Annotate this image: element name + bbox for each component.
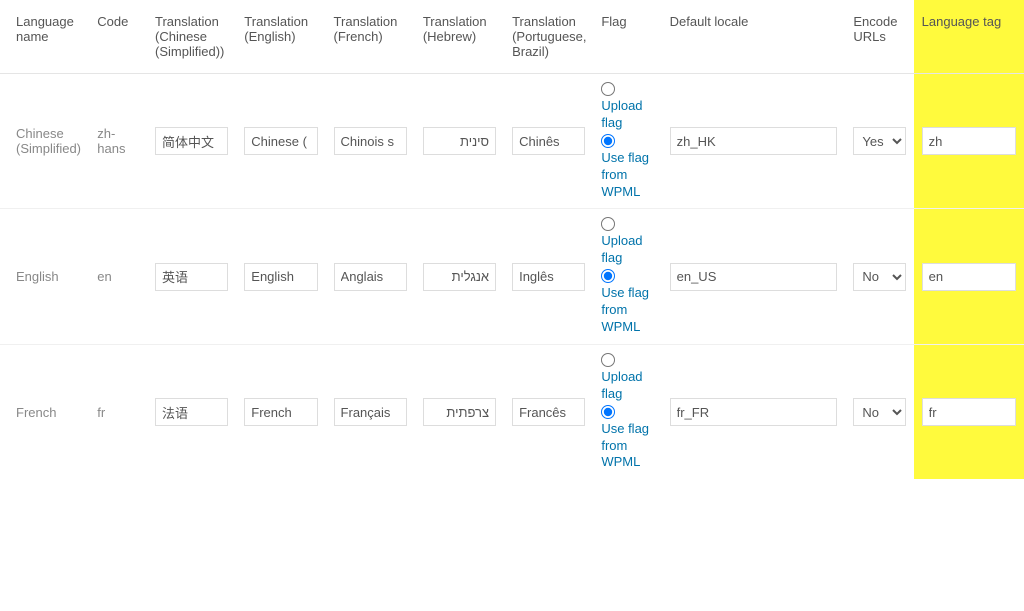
trans-zh-input[interactable] bbox=[155, 127, 228, 155]
flag-upload-label[interactable]: Upload flag bbox=[601, 233, 653, 267]
cell-code: zh-hans bbox=[89, 74, 147, 209]
trans-pt-input[interactable] bbox=[512, 127, 585, 155]
header-trans-pt: Translation (Portuguese, Brazil) bbox=[504, 0, 593, 74]
header-language-name: Language name bbox=[0, 0, 89, 74]
trans-pt-input[interactable] bbox=[512, 398, 585, 426]
language-tag-input[interactable] bbox=[922, 263, 1016, 291]
cell-flag: Upload flag Use flag from WPML bbox=[593, 344, 661, 479]
trans-en-input[interactable] bbox=[244, 398, 317, 426]
header-flag: Flag bbox=[593, 0, 661, 74]
trans-zh-input[interactable] bbox=[155, 263, 228, 291]
cell-code: en bbox=[89, 209, 147, 344]
encode-urls-select[interactable]: YesNo bbox=[853, 398, 905, 426]
flag-upload-label[interactable]: Upload flag bbox=[601, 369, 653, 403]
trans-fr-input[interactable] bbox=[334, 263, 407, 291]
language-tag-input[interactable] bbox=[922, 398, 1016, 426]
encode-urls-select[interactable]: YesNo bbox=[853, 263, 905, 291]
trans-he-input[interactable] bbox=[423, 263, 496, 291]
flag-wpml-label[interactable]: Use flag from WPML bbox=[601, 150, 653, 201]
cell-code: fr bbox=[89, 344, 147, 479]
header-trans-zh: Translation (Chinese (Simplified)) bbox=[147, 0, 236, 74]
trans-pt-input[interactable] bbox=[512, 263, 585, 291]
header-trans-he: Translation (Hebrew) bbox=[415, 0, 504, 74]
header-language-tag: Language tag bbox=[914, 0, 1024, 74]
table-row: Chinese (Simplified)zh-hans Upload flag Us… bbox=[0, 74, 1024, 209]
trans-he-input[interactable] bbox=[423, 398, 496, 426]
table-header-row: Language name Code Translation (Chinese … bbox=[0, 0, 1024, 74]
default-locale-input[interactable] bbox=[670, 127, 838, 155]
flag-wpml-radio[interactable] bbox=[601, 405, 615, 419]
cell-language-name: Chinese (Simplified) bbox=[0, 74, 89, 209]
flag-upload-radio[interactable] bbox=[601, 217, 615, 231]
header-trans-en: Translation (English) bbox=[236, 0, 325, 74]
table-row: Englishen Upload flag Use flag from WPML Ye… bbox=[0, 209, 1024, 344]
flag-upload-radio[interactable] bbox=[601, 353, 615, 367]
encode-urls-select[interactable]: YesNo bbox=[853, 127, 905, 155]
cell-language-name: French bbox=[0, 344, 89, 479]
header-trans-fr: Translation (French) bbox=[326, 0, 415, 74]
flag-wpml-radio[interactable] bbox=[601, 269, 615, 283]
flag-upload-label[interactable]: Upload flag bbox=[601, 98, 653, 132]
languages-table: Language name Code Translation (Chinese … bbox=[0, 0, 1024, 479]
flag-wpml-radio[interactable] bbox=[601, 134, 615, 148]
cell-flag: Upload flag Use flag from WPML bbox=[593, 74, 661, 209]
flag-upload-radio[interactable] bbox=[601, 82, 615, 96]
trans-he-input[interactable] bbox=[423, 127, 496, 155]
header-encode-urls: Encode URLs bbox=[845, 0, 913, 74]
cell-language-name: English bbox=[0, 209, 89, 344]
trans-fr-input[interactable] bbox=[334, 127, 407, 155]
trans-en-input[interactable] bbox=[244, 263, 317, 291]
table-row: Frenchfr Upload flag Use flag from WPML Yes… bbox=[0, 344, 1024, 479]
trans-zh-input[interactable] bbox=[155, 398, 228, 426]
header-code: Code bbox=[89, 0, 147, 74]
flag-wpml-label[interactable]: Use flag from WPML bbox=[601, 285, 653, 336]
cell-flag: Upload flag Use flag from WPML bbox=[593, 209, 661, 344]
default-locale-input[interactable] bbox=[670, 263, 838, 291]
header-default-locale: Default locale bbox=[662, 0, 846, 74]
trans-fr-input[interactable] bbox=[334, 398, 407, 426]
language-tag-input[interactable] bbox=[922, 127, 1016, 155]
trans-en-input[interactable] bbox=[244, 127, 317, 155]
default-locale-input[interactable] bbox=[670, 398, 838, 426]
flag-wpml-label[interactable]: Use flag from WPML bbox=[601, 421, 653, 472]
